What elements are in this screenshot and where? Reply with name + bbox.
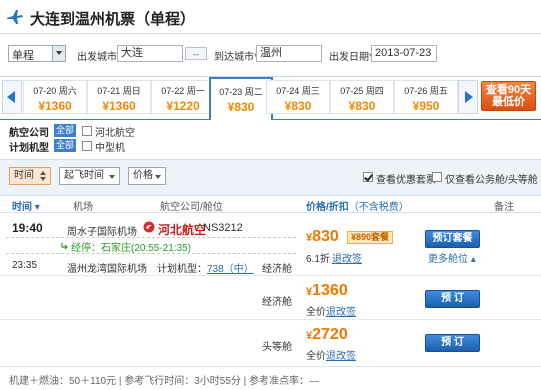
cabin-class: 经济舱 — [262, 264, 292, 275]
discount-package-checkbox[interactable] — [363, 172, 373, 182]
stopover-icon — [61, 241, 69, 250]
business-only-label: 仅查看公务舱/头等舱 — [445, 175, 538, 186]
book-package-button[interactable]: 预订套餐 — [425, 230, 480, 248]
airplane-icon — [6, 8, 24, 26]
refund-change-link[interactable]: 退改签 — [332, 250, 362, 265]
arrival-airport: 温州龙湾国际机场 — [67, 264, 147, 275]
col-airport: 机场 — [73, 202, 93, 213]
book-button[interactable]: 预 订 — [425, 290, 480, 308]
col-time[interactable]: 时间 ▾ — [12, 198, 40, 213]
airline-checkbox[interactable] — [82, 126, 92, 136]
fare-discount: 全价 — [306, 351, 326, 362]
book-button[interactable]: 预 订 — [425, 334, 480, 352]
from-city-input[interactable]: 大连 — [117, 45, 183, 62]
refund-change-link[interactable]: 退改签 — [326, 303, 356, 318]
sort-price-select[interactable]: 价格 — [128, 167, 166, 185]
sort-depart-time-select[interactable]: 起飞时间 — [59, 167, 120, 185]
cta-line2: 最低价 — [492, 96, 525, 108]
fare-price: ¥830 — [306, 228, 339, 245]
date-tab[interactable]: 07-26 周五 ¥950 — [394, 80, 458, 114]
stopover-info: 经停：石家庄(20:55-21:35) — [71, 243, 192, 254]
col-price-discount[interactable]: 价格/折扣（不含税费） — [306, 198, 409, 213]
trip-type-select[interactable]: 单程 — [8, 45, 66, 62]
row-divider — [0, 275, 541, 276]
aircraft-filter-label: 计划机型 — [9, 143, 49, 154]
departure-time: 19:40 — [12, 221, 43, 235]
prev-dates-arrow-icon[interactable] — [2, 80, 22, 114]
fare-discount: 全价 — [306, 307, 326, 318]
sort-arrows-icon — [40, 171, 46, 181]
airline-all-button[interactable]: 全部 — [54, 124, 76, 137]
fare-discount: 6.1折 — [306, 254, 330, 265]
date-tab[interactable]: 07-25 周四 ¥830 — [330, 80, 394, 114]
date-input[interactable]: 2013-07-23 — [371, 45, 437, 62]
col-remarks: 备注 — [494, 202, 514, 213]
package-price-badge: ¥890套餐 — [347, 231, 394, 244]
dashed-divider — [6, 253, 296, 254]
sort-time-button[interactable]: 时间 — [9, 167, 51, 185]
trip-type-value: 单程 — [12, 50, 34, 62]
cabin-class: 头等舱 — [262, 342, 292, 353]
aircraft-type: 计划机型：738（中） — [157, 264, 254, 275]
date-tab-active[interactable]: 07-23 周二 ¥830 — [209, 77, 273, 120]
airline-option-label: 河北航空 — [95, 128, 135, 139]
page-title: 大连到温州机票（单程） — [30, 11, 196, 28]
col-airline-cabin: 航空公司/舱位 — [160, 202, 223, 213]
date-tab[interactable]: 07-20 周六 ¥1360 — [23, 80, 87, 114]
airline-logo-icon — [143, 221, 155, 233]
aircraft-checkbox[interactable] — [82, 141, 92, 151]
fare-price: ¥2720 — [306, 326, 348, 343]
aircraft-option-label: 中型机 — [95, 143, 125, 154]
arrival-time: 23:35 — [12, 260, 38, 271]
discount-package-label: 查看优惠套票 — [376, 175, 436, 186]
aircraft-all-button[interactable]: 全部 — [54, 139, 76, 152]
more-cabins-link[interactable]: 更多舱位 ▴ — [428, 250, 476, 265]
airline-name: 河北航空 — [158, 223, 207, 237]
flight-footer-info: 机建＋燃油：50＋110元 | 参考飞行时间：3小时55分 | 参考准点率：— — [9, 376, 320, 387]
business-only-checkbox[interactable] — [432, 172, 442, 182]
flight-number: NS3212 — [203, 222, 243, 234]
row-divider — [0, 319, 541, 320]
view-90-day-lowest-button[interactable]: 查看90天 最低价 — [481, 81, 536, 111]
chevron-down-icon — [155, 175, 161, 179]
next-dates-arrow-icon[interactable] — [458, 80, 478, 114]
cabin-class: 经济舱 — [262, 297, 292, 308]
departure-airport: 周水子国际机场 — [67, 227, 137, 238]
date-tab[interactable]: 07-22 周一 ¥1220 — [151, 80, 215, 114]
date-tab[interactable]: 07-21 周日 ¥1360 — [87, 80, 151, 114]
from-city-label: 出发城市* — [77, 52, 121, 63]
to-city-input[interactable]: 温州 — [256, 45, 322, 62]
refund-change-link[interactable]: 退改签 — [326, 347, 356, 362]
aircraft-type-link[interactable]: 738（中） — [207, 264, 254, 275]
cta-line1: 查看90天 — [485, 84, 532, 96]
chevron-down-icon — [52, 46, 65, 61]
to-city-label: 到达城市* — [214, 52, 258, 63]
swap-cities-button[interactable]: ↔ — [185, 47, 207, 60]
header-divider — [0, 33, 541, 34]
date-label: 出发日期* — [329, 52, 373, 63]
date-tab[interactable]: 07-24 周三 ¥830 — [266, 80, 330, 114]
dashed-divider — [6, 237, 296, 238]
fare-price: ¥1360 — [306, 282, 348, 299]
chevron-down-icon — [109, 175, 115, 179]
airline-filter-label: 航空公司 — [9, 128, 49, 139]
